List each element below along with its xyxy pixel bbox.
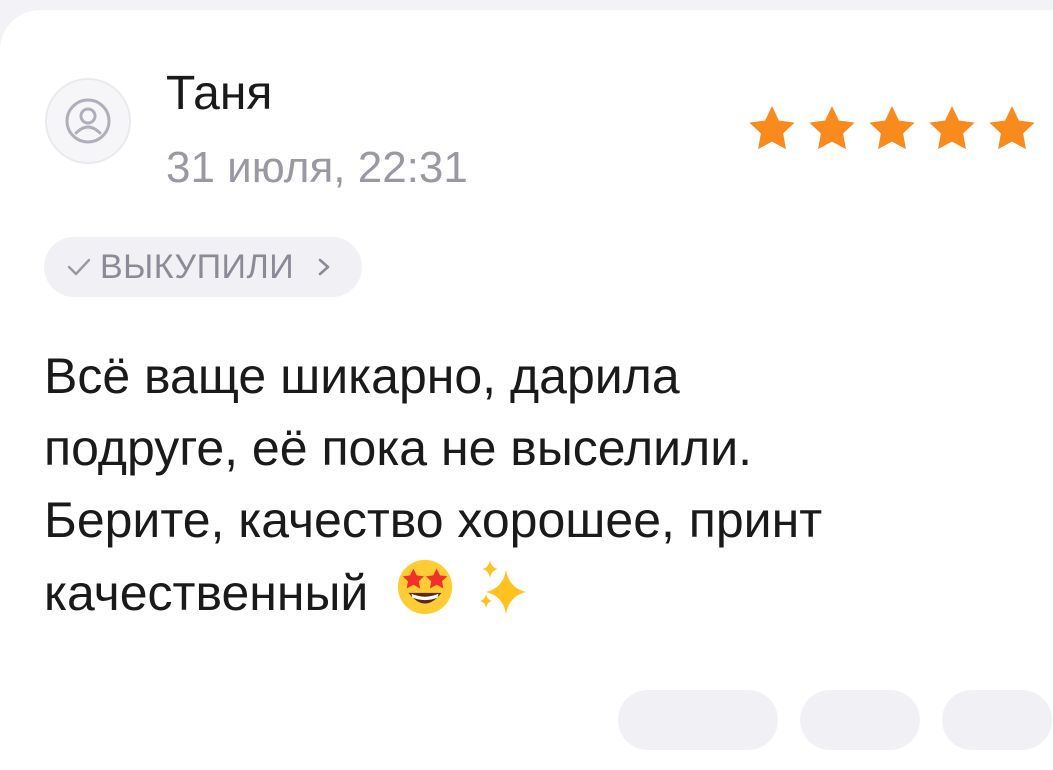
review-text-line: Всё ваще шикарно, дарила — [44, 348, 680, 404]
sparkles-emoji — [480, 560, 527, 614]
action-pill[interactable] — [942, 690, 1052, 750]
star-icon — [929, 106, 975, 150]
star-struck-emoji — [398, 559, 453, 615]
check-icon — [67, 258, 91, 276]
review-text: Всё ваще шикарно, дарила подруге, её пок… — [44, 340, 1034, 629]
review-text-line-last: качественный — [44, 556, 1034, 629]
review-author-name: Таня — [166, 67, 273, 120]
review-text-line: подруге, её пока не выселили. — [44, 420, 753, 476]
purchased-badge[interactable]: ВЫКУПИЛИ — [44, 237, 363, 297]
purchased-badge-label: ВЫКУПИЛИ — [100, 247, 295, 286]
rating-stars — [744, 102, 1040, 156]
star-icon — [869, 106, 915, 150]
review-text-line: Берите, качество хорошее, принт — [44, 492, 823, 548]
user-avatar-icon[interactable] — [45, 78, 131, 164]
action-pill[interactable] — [618, 690, 778, 750]
review-text-line: качественный — [44, 565, 369, 621]
action-pill[interactable] — [800, 690, 920, 750]
review-date: 31 июля, 22:31 — [166, 143, 468, 192]
chevron-right-icon — [318, 258, 330, 276]
star-icon — [749, 106, 795, 150]
star-icon — [989, 106, 1035, 150]
star-icon — [809, 106, 855, 150]
